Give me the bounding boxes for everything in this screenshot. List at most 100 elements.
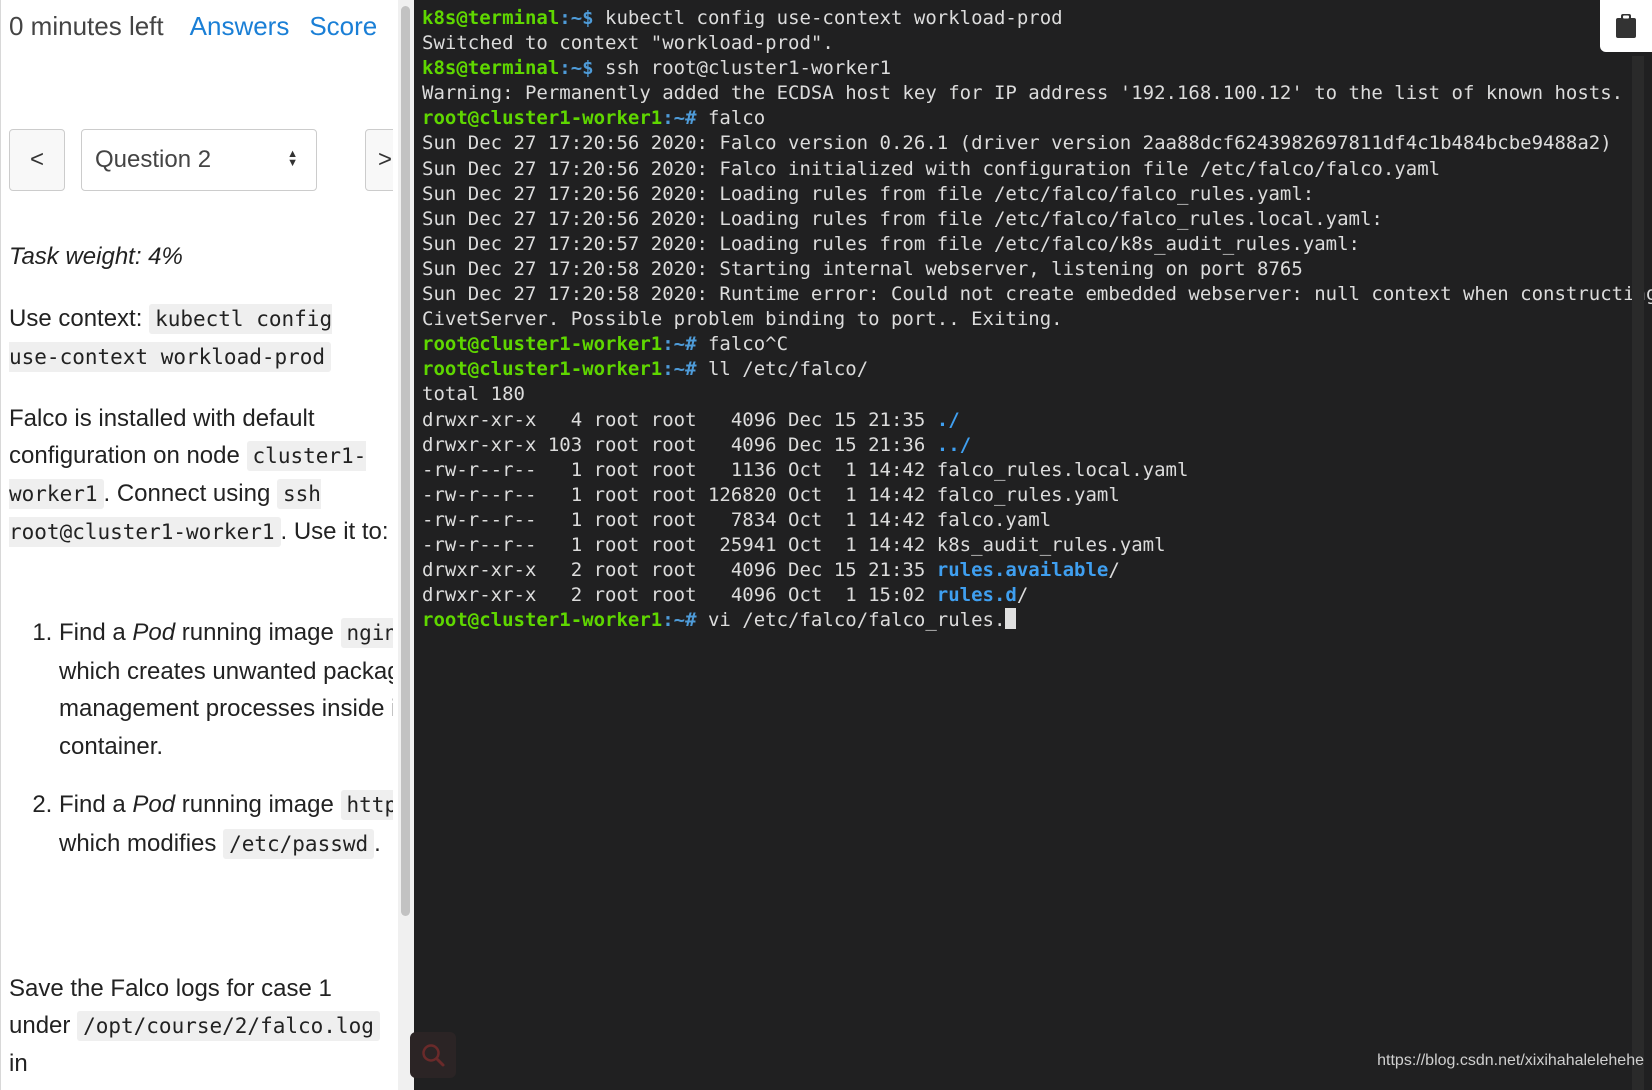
question-panel-scrollbar[interactable] [398,0,414,1090]
terminal-text: drwxr-xr-x 2 root root 4096 Dec 15 21:35 [422,559,937,582]
terminal-line: -rw-r--r-- 1 root root 7834 Oct 1 14:42 … [422,508,1652,533]
task-save-instruction: Save the Falco logs for case 1 under /op… [9,970,389,1082]
terminal-line: Sun Dec 27 17:20:56 2020: Falco initiali… [422,157,1652,182]
time-left: 0 minutes left [9,10,164,41]
terminal-line: Sun Dec 27 17:20:56 2020: Loading rules … [422,182,1652,207]
terminal-text: -rw-r--r-- 1 root root 25941 Oct 1 14:42… [422,533,1166,556]
terminal-text: :~# [662,107,708,130]
terminal-text: Sun Dec 27 17:20:56 2020: Falco initiali… [422,157,1441,180]
terminal-text: drwxr-xr-x 4 root root 4096 Dec 15 21:35 [422,408,937,431]
terminal-text: CivetServer. Possible problem binding to… [422,308,1063,331]
step-code: httpd [340,790,393,820]
intro-text-3: . Use it to: [280,518,389,545]
terminal-text: falco^C [707,333,789,356]
step-code: /etc/passwd [223,828,375,859]
terminal-line: Sun Dec 27 17:20:56 2020: Loading rules … [422,207,1652,232]
terminal-line: drwxr-xr-x 4 root root 4096 Dec 15 21:35… [422,408,1652,433]
terminal-text: ssh root@cluster1-worker1 [605,57,892,80]
terminal-text: Warning: Permanently added the ECDSA hos… [422,82,1624,105]
terminal-text: rules.d [936,584,1017,607]
terminal-cursor [1005,608,1017,630]
next-question-button[interactable]: > [365,129,393,191]
terminal-line: -rw-r--r-- 1 root root 1136 Oct 1 14:42 … [422,458,1652,483]
terminal-text: root@cluster1-worker1 [422,333,663,356]
question-panel: 0 minutes left Answers Score < Question … [0,0,399,1090]
terminal-scrollbar[interactable] [1632,56,1644,1090]
terminal-text: total 180 [422,383,525,406]
save-tail: in [9,1050,28,1077]
terminal-text: Sun Dec 27 17:20:56 2020: Falco version … [422,132,1612,155]
previous-question-button[interactable]: < [9,129,65,191]
terminal-text: Sun Dec 27 17:20:56 2020: Loading rules … [422,182,1315,205]
terminal-text: Switched to context "workload-prod". [422,32,834,55]
terminal-text: / [1108,559,1120,582]
terminal-text: Sun Dec 27 17:20:57 2020: Loading rules … [422,232,1360,255]
terminal-line: Sun Dec 27 17:20:58 2020: Runtime error:… [422,282,1652,307]
terminal-line: Switched to context "workload-prod". [422,31,1652,56]
step-text: Find a [59,619,133,646]
step-text: . [374,829,381,857]
terminal-text: drwxr-xr-x 103 root root 4096 Dec 15 21:… [422,433,937,456]
terminal-line: Sun Dec 27 17:20:57 2020: Loading rules … [422,232,1652,257]
step-code: nginx [340,618,393,648]
terminal-text: -rw-r--r-- 1 root root 126820 Oct 1 14:4… [422,483,1120,506]
task-weight: Task weight: 4% [9,243,183,270]
save-path: /opt/course/2/falco.log [77,1011,380,1041]
terminal-line: root@cluster1-worker1:~# falco^C [422,332,1652,357]
context-label: Use context: [9,305,143,332]
terminal-line: root@cluster1-worker1:~# falco [422,106,1652,131]
top-bar: 0 minutes left Answers Score [9,8,377,44]
terminal-text: Sun Dec 27 17:20:58 2020: Runtime error:… [422,283,1652,306]
terminal-text: ll /etc/falco/ [707,358,869,381]
terminal-line: total 180 [422,382,1652,407]
terminal-line: Sun Dec 27 17:20:58 2020: Starting inter… [422,257,1652,282]
terminal-text: :~$ [559,7,606,29]
clipboard-icon [1616,14,1636,38]
terminal-text: :~# [662,333,708,356]
terminal-line: drwxr-xr-x 103 root root 4096 Dec 15 21:… [422,433,1652,458]
terminal-text: root@cluster1-worker1 [422,107,663,130]
terminal-line: -rw-r--r-- 1 root root 126820 Oct 1 14:4… [422,483,1652,508]
terminal-line: Warning: Permanently added the ECDSA hos… [422,81,1652,106]
question-select[interactable]: Question 2 ▲ ▼ [81,129,317,191]
terminal-text: -rw-r--r-- 1 root root 1136 Oct 1 14:42 … [422,458,1189,481]
search-icon [422,1044,445,1067]
task-intro: Falco is installed with default configur… [9,400,389,551]
terminal-text: -rw-r--r-- 1 root root 7834 Oct 1 14:42 … [422,508,1052,531]
terminal-text: ../ [936,433,972,456]
intro-text-2: . Connect using [103,480,271,507]
terminal-line: drwxr-xr-x 2 root root 4096 Dec 15 21:35… [422,558,1652,583]
terminal-text: Sun Dec 27 17:20:56 2020: Loading rules … [422,207,1383,230]
search-button[interactable] [410,1032,456,1078]
step-text: running image [175,791,341,818]
task-steps: Find a Pod running image nginx which cre… [9,614,393,884]
terminal-text: drwxr-xr-x 2 root root 4096 Oct 1 15:02 [422,584,937,607]
step-text: which creates unwanted package managemen… [59,657,393,760]
terminal-text: rules.available [936,559,1109,582]
terminal-text: vi /etc/falco/falco_rules. [707,609,1006,632]
terminal-output: k8s@terminal:~$ kubectl config use-conte… [422,6,1652,633]
terminal-text: :~# [662,609,708,632]
terminal-line: CivetServer. Possible problem binding to… [422,307,1652,332]
step-text: which modifies [59,829,224,857]
terminal-line: drwxr-xr-x 2 root root 4096 Oct 1 15:02 … [422,583,1652,608]
task-context: Use context: kubectl config use-context … [9,300,389,376]
terminal-text: k8s@terminal [422,57,560,80]
clipboard-button[interactable] [1600,0,1652,52]
step-emphasis: Pod [132,619,176,646]
terminal-text: / [1016,584,1029,607]
question-panel-content: 0 minutes left Answers Score < Question … [1,0,393,1090]
terminal-line: root@cluster1-worker1:~# ll /etc/falco/ [422,357,1652,382]
terminal-text: root@cluster1-worker1 [422,358,663,381]
answers-link[interactable]: Answers [190,11,290,42]
terminal-line: k8s@terminal:~$ ssh root@cluster1-worker… [422,56,1652,81]
scrollbar-thumb[interactable] [401,6,410,916]
task-step: Find a Pod running image httpd which mod… [59,786,393,863]
terminal-text: k8s@terminal [422,7,560,29]
watermark: https://blog.csdn.net/xixihahalelehehe [1377,1052,1644,1069]
step-emphasis: Pod [132,791,176,818]
score-link[interactable]: Score [309,11,377,42]
terminal[interactable]: k8s@terminal:~$ kubectl config use-conte… [414,0,1652,1090]
terminal-line: root@cluster1-worker1:~# vi /etc/falco/f… [422,608,1652,633]
step-text: Find a [59,791,133,818]
